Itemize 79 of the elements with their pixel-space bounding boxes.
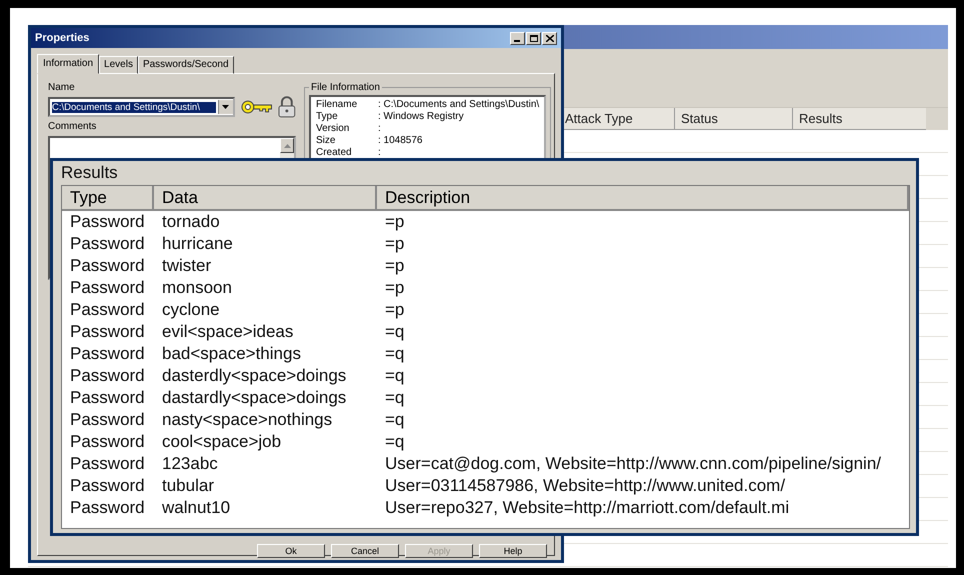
table-cell-text: bad<space>things	[161, 343, 302, 365]
table-cell-text: hurricane	[161, 233, 234, 255]
table-cell-text: Password	[69, 277, 146, 299]
panel-title: Results	[61, 163, 119, 183]
table-cell-text: Password	[69, 343, 146, 365]
tab[interactable]: Levels	[99, 56, 138, 74]
name-combo-box[interactable]: C:\Documents and Settings\Dustin\	[48, 97, 235, 117]
table-cell-text: =q	[384, 343, 406, 365]
dialog-button[interactable]: Cancel	[331, 544, 399, 558]
table-cell-text: evil<space>ideas	[161, 321, 294, 343]
maximize-button[interactable]	[526, 32, 541, 44]
table-cell-text: twister	[161, 255, 212, 277]
table-cell-text: dasterdly<space>doings	[161, 365, 348, 387]
table-cell-text: Password	[69, 299, 146, 321]
field-value: :	[378, 147, 382, 158]
table-cell-text: Password	[69, 387, 146, 409]
table-cell-text: Password	[69, 497, 146, 519]
table-cell-text: Password	[69, 365, 146, 387]
table-cell-text: User=cat@dog.com, Website=http://www.cnn.com/pipeline/signin/	[384, 453, 882, 475]
field-value: : C:\Documents and Settings\Dustin\	[378, 99, 540, 110]
scroll-up-button[interactable]	[280, 138, 294, 153]
table-cell-text: User=03114587986, Website=http://www.united.com/	[384, 475, 786, 497]
tab[interactable]: Information	[37, 54, 100, 74]
table-cell-text: dastardly<space>doings	[161, 387, 348, 409]
close-icon	[546, 34, 554, 42]
table-cell-text: =p	[384, 277, 406, 299]
column-header[interactable]: Status	[674, 108, 792, 130]
table-cell-text: Password	[69, 475, 146, 497]
column-header[interactable]: Results	[792, 108, 926, 130]
dialog-button[interactable]: Ok	[257, 544, 325, 558]
field-label: Size	[316, 135, 336, 146]
table-cell-text: walnut10	[161, 497, 232, 519]
table-cell-text: =p	[384, 299, 406, 321]
tab[interactable]: Passwords/Second	[138, 56, 234, 74]
table-cell-text: tubular	[161, 475, 215, 497]
table-cell-text: =p	[384, 233, 406, 255]
table-cell-text: cyclone	[161, 299, 221, 321]
table-cell-text: cool<space>job	[161, 431, 282, 453]
table-cell-text: =p	[384, 211, 406, 233]
table-cell-text: nasty<space>nothings	[161, 409, 334, 431]
field-value: :	[378, 123, 382, 134]
table-cell-text: Password	[69, 321, 146, 343]
table-cell-text: Password	[69, 431, 146, 453]
field-label: Type	[316, 111, 339, 122]
dialog-button[interactable]: Help	[479, 544, 547, 558]
minimize-button[interactable]	[510, 32, 525, 44]
field-label: Created	[316, 147, 353, 158]
column-header[interactable]: Description	[377, 186, 909, 211]
table-cell-text: =q	[384, 409, 406, 431]
table-cell-text: Password	[69, 211, 146, 233]
dropdown-arrow-icon	[222, 105, 230, 109]
table-cell-text: tornado	[161, 211, 221, 233]
table-cell-text: =q	[384, 321, 406, 343]
dialog-title: Properties	[35, 32, 90, 44]
name-label: Name	[48, 82, 76, 93]
table-cell-text: Password	[69, 409, 146, 431]
up-arrow-icon	[284, 144, 290, 148]
field-label: Filename	[316, 99, 358, 110]
table-cell-text: =p	[384, 255, 406, 277]
field-value: : Windows Registry	[378, 111, 465, 122]
close-button[interactable]	[542, 32, 557, 44]
column-header[interactable]: Data	[154, 186, 377, 211]
table-cell-text: User=repo327, Website=http://marriott.com/default.mi	[384, 497, 790, 519]
table-cell-text: Password	[69, 255, 146, 277]
table-cell-text: Password	[69, 233, 146, 255]
field-label: Version	[316, 123, 350, 134]
table-cell-text: monsoon	[161, 277, 233, 299]
table-cell-text: =q	[384, 387, 406, 409]
comments-label: Comments	[48, 121, 98, 132]
group-title: File Information	[310, 82, 381, 93]
table-cell-text: Password	[69, 453, 146, 475]
padlock-icon	[278, 96, 296, 118]
table-cell-text: 123abc	[161, 453, 219, 475]
column-header[interactable]: Type	[62, 186, 154, 211]
key-icon	[240, 99, 272, 115]
maximize-icon	[530, 34, 538, 42]
table-cell-text: =q	[384, 365, 406, 387]
field-value: : 1048576	[378, 135, 424, 146]
table-cell-text: =q	[384, 431, 406, 453]
